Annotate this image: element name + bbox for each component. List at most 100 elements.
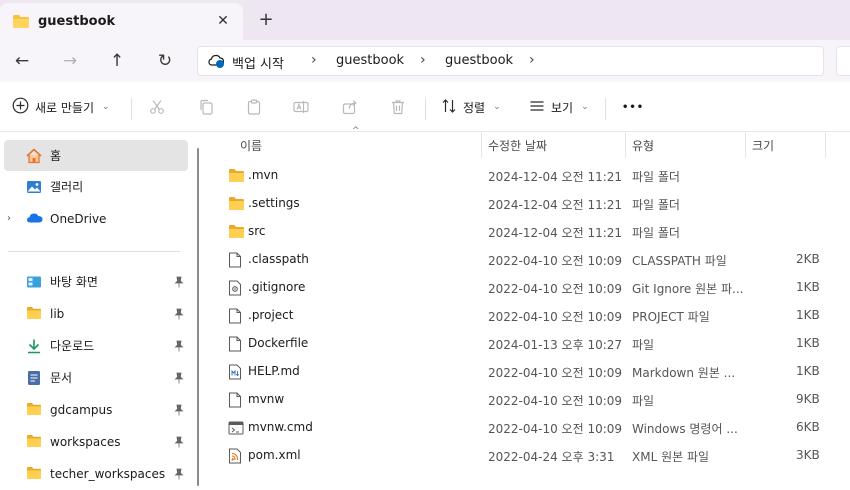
sidebar-item-gdcampus[interactable]: gdcampus	[0, 394, 190, 425]
sidebar-item-techer-workspaces[interactable]: techer_workspaces	[0, 458, 190, 489]
sort-button[interactable]: 정렬 ⌄	[441, 96, 501, 118]
command-bar: 새로 만들기 ⌄ 정렬 ⌄ 보기 ⌄ •••	[0, 82, 850, 132]
column-header-type[interactable]: 유형	[632, 137, 654, 154]
delete-button[interactable]	[390, 96, 406, 118]
sidebar-item-onedrive[interactable]: › OneDrive	[0, 203, 190, 234]
column-resize-handle[interactable]	[481, 132, 482, 158]
new-label: 새로 만들기	[35, 100, 95, 115]
breadcrumb-separator[interactable]: ›	[420, 52, 426, 68]
breadcrumb-guestbook-parent[interactable]: guestbook	[336, 53, 404, 68]
sidebar-item-workspaces[interactable]: workspaces	[0, 426, 190, 457]
file-row[interactable]: .mvn 2024-12-04 오전 11:21 파일 폴더	[206, 162, 850, 190]
document-icon	[26, 370, 42, 386]
file-date: 2024-12-04 오전 11:21	[488, 226, 623, 240]
file-row[interactable]: .project 2022-04-10 오전 10:09 PROJECT 파일 …	[206, 302, 850, 330]
sidebar-item-downloads[interactable]: 다운로드	[0, 330, 190, 361]
column-header-name[interactable]: 이름	[240, 137, 262, 154]
divider	[131, 98, 132, 120]
view-button[interactable]: 보기 ⌄	[529, 96, 589, 118]
file-type: 파일	[632, 338, 655, 352]
cut-button[interactable]	[149, 96, 165, 118]
breadcrumb-guestbook-current[interactable]: guestbook	[445, 53, 513, 68]
file-name: .mvn	[248, 168, 279, 182]
share-button[interactable]	[342, 96, 358, 118]
column-header-date[interactable]: 수정한 날짜	[488, 137, 547, 154]
breadcrumb-backup[interactable]: 백업 시작	[232, 53, 284, 72]
new-button[interactable]: 새로 만들기 ⌄	[12, 96, 110, 118]
file-type: 파일 폴더	[632, 170, 680, 184]
pin-icon[interactable]	[174, 308, 184, 320]
sidebar-item-label: OneDrive	[50, 211, 107, 226]
file-icon	[228, 308, 244, 324]
file-type: CLASSPATH 파일	[632, 254, 727, 268]
file-row[interactable]: .classpath 2022-04-10 오전 10:09 CLASSPATH…	[206, 246, 850, 274]
file-row[interactable]: mvnw.cmd 2022-04-10 오전 10:09 Windows 명령어…	[206, 414, 850, 442]
sidebar-item-documents[interactable]: 문서	[0, 362, 190, 393]
file-date: 2022-04-10 오전 10:09	[488, 310, 623, 324]
sidebar-item-label: 문서	[50, 371, 73, 385]
pin-icon[interactable]	[174, 372, 184, 384]
sidebar-item-home[interactable]: 홈	[4, 140, 188, 171]
file-date: 2022-04-10 오전 10:09	[488, 422, 623, 436]
column-resize-handle[interactable]	[625, 132, 626, 158]
file-name: .settings	[248, 196, 300, 210]
pin-icon[interactable]	[174, 276, 184, 288]
forward-button[interactable]: →	[58, 49, 82, 73]
pin-icon[interactable]	[174, 468, 184, 480]
breadcrumb-separator[interactable]: ›	[311, 52, 317, 68]
folder-icon	[12, 14, 30, 32]
copy-button[interactable]	[198, 96, 214, 118]
address-bar[interactable]: 백업 시작 › guestbook › guestbook ›	[197, 46, 824, 76]
back-button[interactable]: ←	[10, 49, 34, 73]
file-row[interactable]: Dockerfile 2024-01-13 오후 10:27 파일 1KB	[206, 330, 850, 358]
file-date: 2022-04-10 오전 10:09	[488, 282, 623, 296]
view-label: 보기	[551, 100, 574, 115]
chevron-down-icon: ⌄	[493, 102, 501, 112]
rename-button[interactable]	[293, 96, 309, 118]
file-row[interactable]: HELP.md 2022-04-10 오전 10:09 Markdown 원본 …	[206, 358, 850, 386]
file-row[interactable]: .settings 2024-12-04 오전 11:21 파일 폴더	[206, 190, 850, 218]
breadcrumb-separator[interactable]: ›	[529, 52, 535, 68]
up-button[interactable]: ↑	[105, 49, 129, 73]
pin-icon[interactable]	[174, 404, 184, 416]
close-icon[interactable]: ✕	[214, 12, 232, 30]
column-header-row: ^ 이름 수정한 날짜 유형 크기	[206, 126, 850, 158]
sidebar-scrollbar[interactable]	[197, 148, 199, 486]
xml-file-icon	[228, 448, 244, 464]
chevron-right-icon[interactable]: ›	[7, 213, 11, 224]
pin-icon[interactable]	[174, 436, 184, 448]
folder-icon	[26, 466, 42, 482]
tab-guestbook[interactable]: guestbook ✕	[0, 3, 243, 40]
file-row[interactable]: .gitignore 2022-04-10 오전 10:09 Git Ignor…	[206, 274, 850, 302]
file-row[interactable]: src 2024-12-04 오전 11:21 파일 폴더	[206, 218, 850, 246]
paste-button[interactable]	[246, 96, 262, 118]
file-date: 2022-04-10 오전 10:09	[488, 394, 623, 408]
search-box[interactable]	[836, 46, 850, 76]
column-resize-handle[interactable]	[745, 132, 746, 158]
new-tab-button[interactable]: +	[256, 10, 276, 30]
file-type: PROJECT 파일	[632, 310, 710, 324]
folder-icon	[26, 402, 42, 418]
file-date: 2022-04-10 오전 10:09	[488, 366, 623, 380]
sidebar-item-lib[interactable]: lib	[0, 298, 190, 329]
folder-icon	[26, 306, 42, 322]
gallery-icon	[26, 179, 42, 195]
file-name: pom.xml	[248, 448, 301, 462]
sort-ascending-icon: ^	[352, 126, 360, 136]
file-row[interactable]: mvnw 2022-04-10 오전 10:09 파일 9KB	[206, 386, 850, 414]
file-date: 2024-12-04 오전 11:21	[488, 198, 623, 212]
more-options-button[interactable]: •••	[622, 96, 644, 118]
folder-icon	[228, 224, 244, 240]
column-resize-handle[interactable]	[825, 132, 826, 158]
pin-icon[interactable]	[174, 340, 184, 352]
refresh-button[interactable]: ↻	[153, 49, 177, 73]
sidebar-item-label: lib	[50, 306, 65, 321]
navigation-bar: ← → ↑ ↻ 백업 시작 › guestbook › guestbook ›	[0, 40, 850, 82]
view-list-icon	[529, 98, 545, 117]
sidebar-item-desktop[interactable]: 바탕 화면	[0, 266, 190, 297]
column-header-size[interactable]: 크기	[752, 137, 774, 154]
config-file-icon	[228, 280, 244, 296]
file-icon	[228, 252, 244, 268]
file-row[interactable]: pom.xml 2022-04-24 오후 3:31 XML 원본 파일 3KB	[206, 442, 850, 470]
sidebar-item-gallery[interactable]: 갤러리	[0, 171, 190, 202]
